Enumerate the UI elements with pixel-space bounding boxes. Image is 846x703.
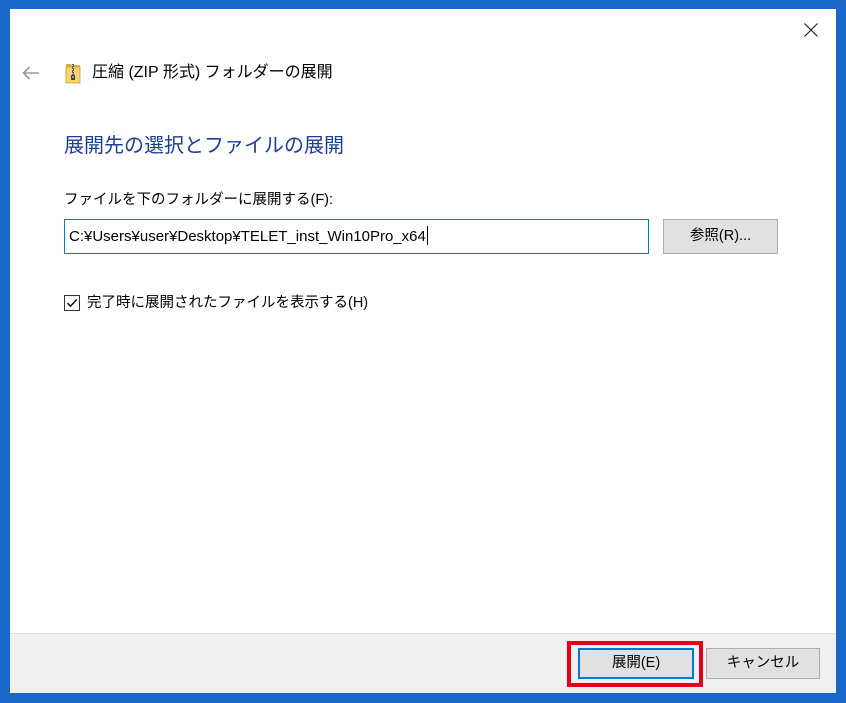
text-caret (426, 226, 428, 246)
extract-dialog: 圧縮 (ZIP 形式) フォルダーの展開 展開先の選択とファイルの展開 ファイル… (10, 9, 836, 693)
show-files-option[interactable]: 完了時に展開されたファイルを表示する(H) (64, 293, 368, 313)
window-frame: 圧縮 (ZIP 形式) フォルダーの展開 展開先の選択とファイルの展開 ファイル… (0, 0, 846, 703)
checkmark-icon (66, 298, 78, 308)
destination-input-value: C:¥Users¥user¥Desktop¥TELET_inst_Win10Pr… (69, 228, 426, 245)
browse-button[interactable]: 参照(R)... (663, 219, 778, 254)
destination-input[interactable]: C:¥Users¥user¥Desktop¥TELET_inst_Win10Pr… (64, 219, 649, 254)
main-instruction: 展開先の選択とファイルの展開 (64, 135, 344, 157)
show-files-label: 完了時に展開されたファイルを表示する(H) (87, 295, 369, 311)
back-button[interactable] (16, 59, 46, 87)
close-button[interactable] (791, 13, 831, 47)
close-icon (804, 23, 818, 37)
dialog-title: 圧縮 (ZIP 形式) フォルダーの展開 (92, 64, 333, 81)
dialog-footer: 展開(E) キャンセル (10, 633, 836, 693)
back-arrow-icon (22, 66, 39, 80)
destination-label: ファイルを下のフォルダーに展開する(F): (64, 192, 334, 208)
cancel-button[interactable]: キャンセル (706, 648, 820, 679)
zip-folder-icon (65, 62, 81, 84)
extract-button[interactable]: 展開(E) (578, 648, 694, 679)
show-files-checkbox[interactable] (64, 295, 80, 311)
